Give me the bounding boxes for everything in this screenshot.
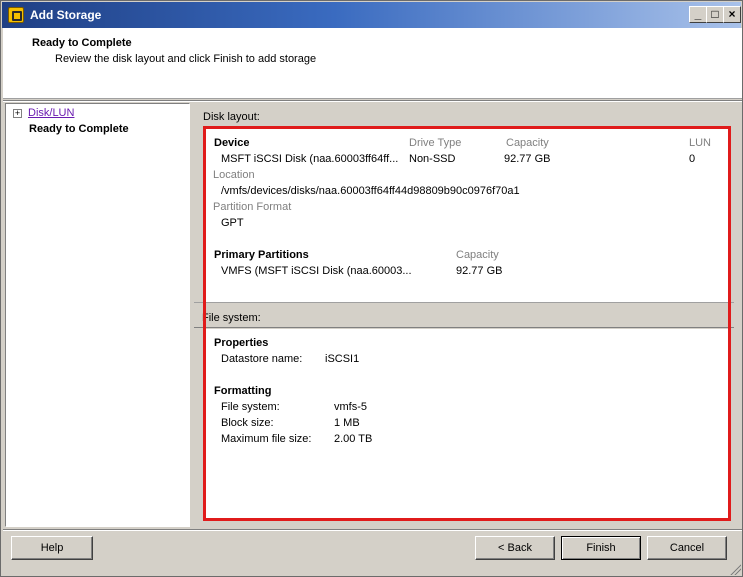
cancel-button[interactable]: Cancel [647, 536, 727, 560]
expand-plus-icon[interactable]: + [13, 109, 22, 118]
maximize-button[interactable]: □ [706, 6, 724, 23]
partition-capacity-value: 92.77 GB [456, 265, 503, 277]
page-subtitle: Review the disk layout and click Finish … [55, 53, 317, 65]
title-bar[interactable]: Add Storage _ □ × [2, 2, 741, 28]
device-capacity-value: 92.77 GB [504, 153, 551, 165]
minimize-button[interactable]: _ [689, 6, 707, 23]
file-system-panel: Properties Datastore name: iSCSI1 Format… [203, 329, 730, 521]
location-value: /vmfs/devices/disks/naa.60003ff64ff44d98… [221, 185, 520, 197]
capacity-header: Capacity [506, 137, 549, 149]
device-heading: Device [214, 137, 250, 149]
fs-type-label: File system: [221, 401, 280, 413]
drive-type-value: Non-SSD [409, 153, 456, 165]
block-size-label: Block size: [221, 417, 274, 429]
location-label: Location [213, 169, 255, 181]
drive-type-header: Drive Type [409, 137, 462, 149]
resize-grip-icon[interactable] [729, 563, 741, 575]
datastore-name-value: iSCSI1 [325, 353, 360, 365]
max-file-size-label: Maximum file size: [221, 433, 312, 445]
back-button[interactable]: < Back [475, 536, 555, 560]
lun-header: LUN [689, 137, 712, 149]
add-storage-window: Add Storage _ □ × Ready to Complete Revi… [0, 0, 743, 577]
properties-heading: Properties [214, 337, 269, 349]
finish-button[interactable]: Finish [561, 536, 641, 560]
partition-format-label: Partition Format [213, 201, 292, 213]
vsphere-app-icon [8, 7, 24, 23]
device-name: MSFT iSCSI Disk (naa.60003ff64ff... [221, 153, 399, 165]
file-system-bar: File system: [194, 302, 734, 328]
partition-name: VMFS (MSFT iSCSI Disk (naa.60003... [221, 265, 412, 277]
datastore-name-label: Datastore name: [221, 353, 303, 365]
lun-value: 0 [689, 153, 696, 165]
wizard-steps-nav: + Disk/LUN Ready to Complete [5, 103, 190, 527]
help-button[interactable]: Help [11, 536, 93, 560]
disk-layout-panel: Device Drive Type Capacity LUN MSFT iSCS… [203, 127, 730, 302]
fs-type-value: vmfs-5 [334, 401, 367, 413]
max-file-size-value: 2.00 TB [334, 433, 373, 445]
wizard-header: Ready to Complete Review the disk layout… [3, 28, 742, 99]
close-button[interactable]: × [723, 6, 741, 23]
page-title: Ready to Complete [32, 37, 132, 49]
partition-capacity-header: Capacity [456, 249, 499, 261]
header-divider [3, 100, 742, 102]
nav-item-ready-to-complete: Ready to Complete [29, 123, 129, 135]
main-content: Disk layout: Device Drive Type Capacity … [194, 103, 741, 527]
formatting-heading: Formatting [214, 385, 272, 397]
disk-layout-label: Disk layout: [203, 111, 260, 123]
file-system-label: File system: [202, 312, 261, 324]
window-title: Add Storage [30, 8, 102, 22]
footer-divider [3, 529, 742, 531]
block-size-value: 1 MB [334, 417, 360, 429]
nav-item-disk-lun[interactable]: Disk/LUN [28, 107, 74, 119]
partition-format-value: GPT [221, 217, 244, 229]
primary-partitions-heading: Primary Partitions [214, 249, 309, 261]
